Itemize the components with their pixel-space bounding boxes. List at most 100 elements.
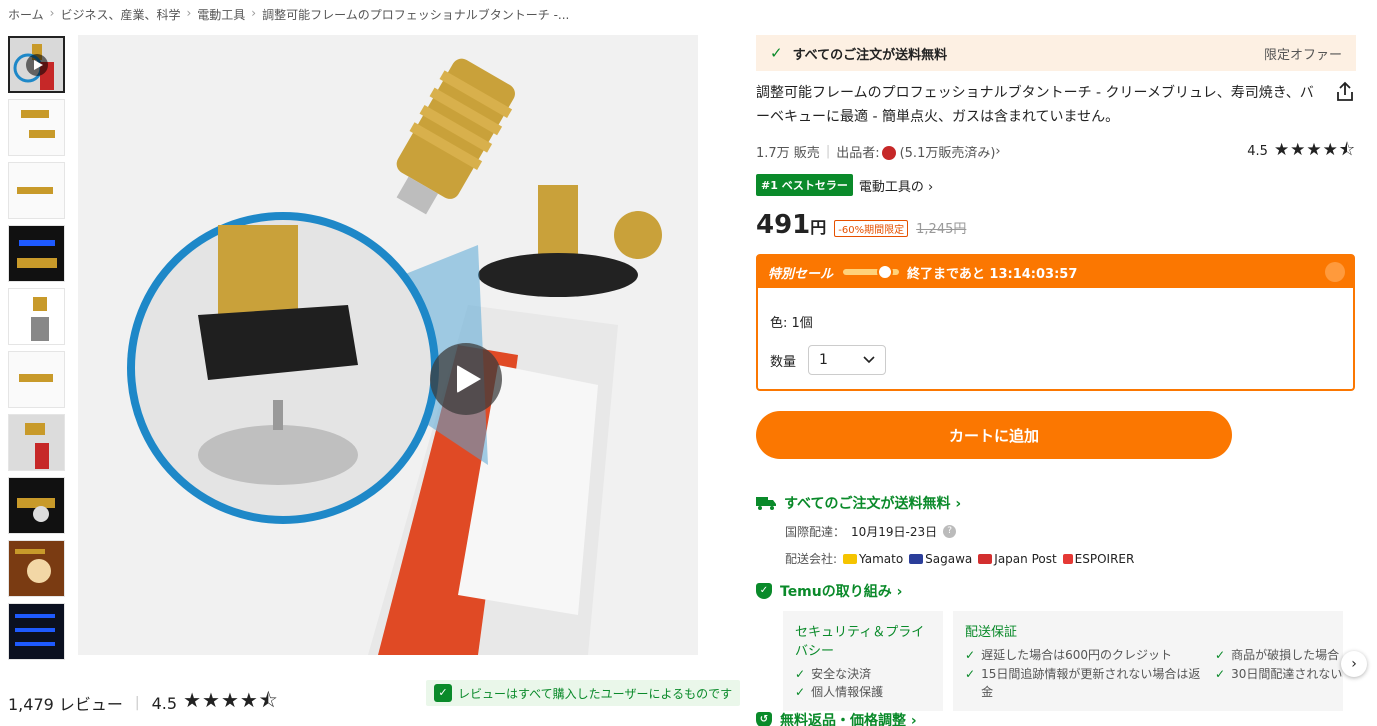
thumbnail-10[interactable] [8, 603, 65, 660]
intl-delivery-label: 国際配達： [785, 525, 846, 539]
thumbnail-2[interactable] [8, 99, 65, 156]
check-icon: ✓ [770, 44, 783, 62]
breadcrumb-home[interactable]: ホーム [8, 6, 44, 23]
sale-options: 色: 1個 数量 1 [758, 288, 1353, 389]
special-sale-box: 特別セール 終了まであと 13:14:03:57 色: 1個 数量 1 [756, 254, 1355, 391]
current-price: 491円 [756, 210, 826, 240]
help-icon[interactable]: ? [943, 525, 957, 538]
delivery-item: ✓ 15日間追跡情報が更新されない場合は返金 [965, 665, 1205, 701]
carriers-row: 配送会社: Yamato Sagawa Japan Post ESPOIRER [785, 550, 1356, 567]
original-price: 1,245円 [916, 222, 967, 237]
thumbnail-7[interactable] [8, 414, 65, 471]
bestseller-category[interactable]: 電動工具の › [859, 176, 933, 195]
review-count[interactable]: 1,479 レビュー [8, 691, 123, 715]
product-main-image[interactable] [78, 35, 698, 655]
breadcrumb-subcategory[interactable]: 電動工具 [197, 6, 245, 23]
delivery-item: ✓ 30日間配達されない場 [1215, 665, 1343, 701]
shipping-title[interactable]: すべてのご注文が送料無料 › [756, 493, 1356, 513]
truck-icon [756, 497, 776, 510]
delivery-guarantee-card[interactable]: 配送保証 ✓ 遅延した場合は600円のクレジット ✓ 商品が破損した場合 ✓ 15日間… [953, 611, 1343, 711]
share-icon[interactable] [1334, 81, 1356, 103]
price-unit: 円 [810, 218, 827, 237]
sale-progress-bar [843, 264, 900, 280]
verified-reviews-note: ✓ レビューはすべて購入したユーザーによるものです [426, 680, 741, 706]
thumbnail-image [9, 289, 64, 344]
shipping-section: すべてのご注文が送料無料 › 国際配達： 10月19日-23日 ? 配送会社: … [756, 493, 1356, 567]
quantity-select[interactable]: 1 [808, 345, 887, 375]
commitment-cards: セキュリティ＆プライバシー ✓ 安全な決済 ✓ 個人情報保護 配送保証 ✓ 遅延した場… [783, 611, 1367, 711]
free-returns-title[interactable]: ↺ 無料返品・価格調整 › [756, 710, 917, 726]
product-title: 調整可能フレームのプロフェッショナルブタントーチ - クリーメブリュレ、寿司焼き… [756, 85, 1314, 125]
security-item-text: 安全な決済 [811, 667, 872, 681]
carrier-label: 配送会社: [785, 552, 838, 566]
thumbnail-8[interactable] [8, 477, 65, 534]
discount-badge: -60%期間限定 [834, 220, 909, 237]
thumbnail-4[interactable] [8, 225, 65, 282]
product-info-panel: ✓ すべてのご注文が送料無料 限定オファー 調整可能フレームのプロフェッショナル… [756, 35, 1367, 711]
yamato-logo-icon [843, 554, 858, 564]
check-icon: ✓ [795, 685, 806, 699]
breadcrumb: ホーム › ビジネス、産業、科学 › 電動工具 › 調整可能フレームのプロフェッ… [8, 6, 569, 23]
international-delivery: 国際配達： 10月19日-23日 ? [785, 523, 1356, 540]
check-icon: ✓ [965, 648, 976, 663]
carrier-sagawa: Sagawa [909, 552, 972, 566]
breadcrumb-separator: › [186, 6, 192, 20]
product-rating[interactable]: 4.5 ★★★★⯪ [1247, 137, 1356, 166]
limited-offer-label: 限定オファー [1263, 47, 1342, 63]
product-meta: 1.7万 販売 | 出品者: (5.1万販売済み) › 4.5 ★★★★⯪ [756, 137, 1356, 166]
bestseller-row[interactable]: #1 ベストセラー 電動工具の › [756, 174, 1356, 196]
thumbnail-image [9, 604, 64, 659]
thumbnail-image [9, 541, 64, 596]
delivery-item-text: 30日間配達されない場 [1231, 666, 1343, 681]
promo-text: すべてのご注文が送料無料 [792, 47, 948, 63]
divider: | [825, 144, 831, 159]
seller-sales[interactable]: (5.1万販売済み) [900, 142, 996, 161]
play-icon [25, 53, 48, 76]
price-row: 491円 -60%期間限定 1,245円 [756, 210, 1356, 240]
seller-label: 出品者: [836, 146, 880, 161]
delivery-card-title: 配送保証 [965, 625, 1018, 640]
check-icon: ✓ [1215, 666, 1226, 681]
add-to-cart-button[interactable]: カートに追加 [756, 411, 1232, 459]
security-card-title: セキュリティ＆プライバシー [795, 625, 925, 659]
product-title-block: 調整可能フレームのプロフェッショナルブタントーチ - クリーメブリュレ、寿司焼き… [756, 81, 1356, 129]
product-rating-value: 4.5 [1247, 144, 1268, 159]
product-rating-stars: ★★★★⯪ [1273, 140, 1356, 160]
chevron-right-icon[interactable]: › [995, 144, 1000, 159]
quantity-row: 数量 1 [770, 345, 1341, 375]
thumbnail-image [9, 163, 64, 218]
divider: | [134, 695, 140, 711]
rating-stars: ★★★★⯪ [183, 688, 279, 712]
video-play-button[interactable] [430, 343, 502, 415]
bestseller-badge: #1 ベストセラー [756, 174, 853, 196]
breadcrumb-separator: › [251, 6, 257, 20]
thumbnail-video[interactable] [8, 36, 65, 93]
shield-check-icon: ✓ [756, 583, 772, 599]
thumbnail-image [9, 226, 64, 281]
sale-countdown: 終了まであと 13:14:03:57 [907, 266, 1078, 282]
thumbnail-3[interactable] [8, 162, 65, 219]
thumbnail-9[interactable] [8, 540, 65, 597]
japan-post-logo-icon [978, 554, 993, 564]
returns-icon: ↺ [756, 712, 772, 726]
check-icon: ✓ [1215, 648, 1226, 663]
temu-title-text: Temuの取り組み › [780, 584, 903, 600]
security-card[interactable]: セキュリティ＆プライバシー ✓ 安全な決済 ✓ 個人情報保護 [783, 611, 943, 711]
review-summary: 1,479 レビュー | 4.5 ★★★★⯪ ✓ レビューはすべて購入したユーザ… [8, 680, 741, 720]
seller-avatar-icon[interactable] [881, 145, 896, 160]
verified-note-text: レビューはすべて購入したユーザーによるものです [458, 686, 733, 701]
free-shipping-banner: ✓ すべてのご注文が送料無料 限定オファー [756, 35, 1356, 71]
thumbnail-image [9, 478, 64, 533]
chevron-down-icon [863, 356, 875, 364]
carrier-name: Japan Post [994, 551, 1057, 566]
check-icon: ✓ [795, 667, 806, 681]
chevron-right-icon[interactable]: › [1341, 651, 1367, 677]
thumbnail-6[interactable] [8, 351, 65, 408]
temu-commitment-title[interactable]: ✓ Temuの取り組み › [756, 581, 1356, 601]
breadcrumb-category[interactable]: ビジネス、産業、科学 [60, 6, 180, 23]
delivery-item-text: 遅延した場合は600円のクレジット [981, 648, 1172, 663]
clock-icon [877, 264, 894, 280]
thumbnail-image [9, 415, 64, 470]
sale-label: 特別セール [768, 266, 834, 282]
thumbnail-5[interactable] [8, 288, 65, 345]
